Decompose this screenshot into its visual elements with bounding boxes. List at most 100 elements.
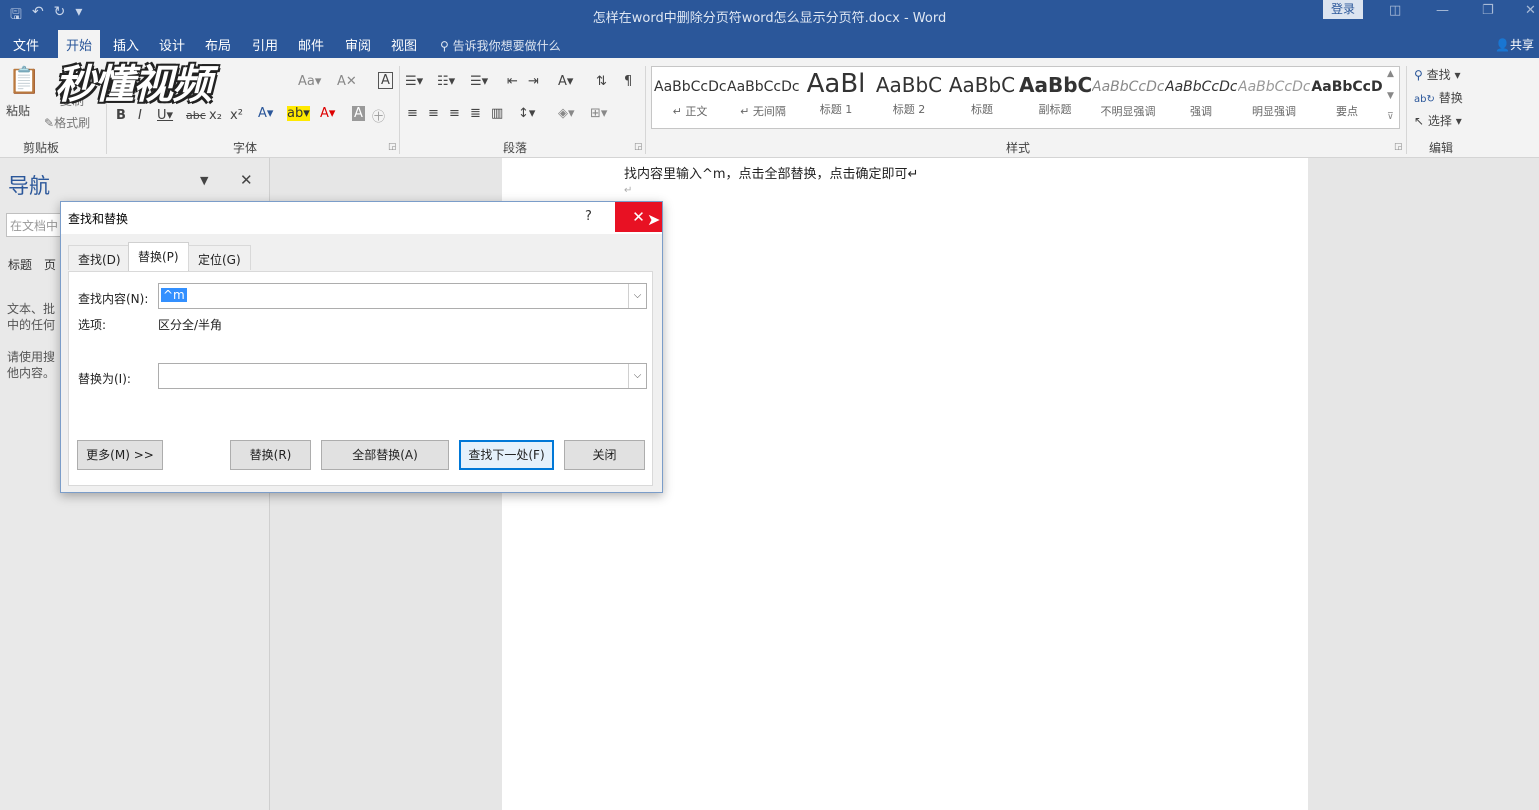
replace-all-button[interactable]: 全部替换(A): [321, 440, 449, 470]
find-what-input[interactable]: ^m ⌵: [158, 283, 647, 309]
chinese-layout-icon[interactable]: A▾: [558, 74, 573, 89]
align-left-icon[interactable]: ≡: [407, 106, 418, 121]
style-name: 明显强调: [1252, 105, 1296, 118]
paragraph-launcher-icon[interactable]: ◲: [634, 142, 643, 152]
clear-format-icon[interactable]: A✕: [337, 74, 357, 89]
nav-tabs[interactable]: 标题 页: [8, 256, 56, 273]
shading-icon[interactable]: ◈▾: [558, 106, 575, 121]
minimize-icon[interactable]: —: [1436, 3, 1449, 18]
tab-view[interactable]: 视图: [391, 35, 417, 54]
paragraph-group-label: 段落: [503, 141, 528, 155]
find-button[interactable]: ⚲ 查找 ▾: [1414, 66, 1460, 83]
decrease-indent-icon[interactable]: ⇤: [507, 74, 518, 89]
login-button[interactable]: 登录: [1323, 0, 1363, 19]
italic-icon[interactable]: I: [138, 108, 142, 123]
nav-search-input[interactable]: 在文档中: [6, 213, 66, 237]
replace-with-input[interactable]: ⌵: [158, 363, 647, 389]
paste-button[interactable]: 粘贴: [6, 102, 30, 119]
tell-me-text: 告诉我你想要做什么: [452, 39, 561, 53]
align-center-icon[interactable]: ≡: [428, 106, 439, 121]
styles-scroll-down-icon[interactable]: ▼: [1387, 91, 1394, 101]
tab-goto[interactable]: 定位(G): [188, 245, 251, 270]
more-button[interactable]: 更多(M) >>: [77, 440, 163, 470]
underline-icon[interactable]: U▾: [157, 108, 173, 123]
style-name: 不明显强调: [1100, 105, 1156, 118]
strikethrough-icon[interactable]: abc: [186, 109, 206, 122]
ribbon-display-icon[interactable]: ◫: [1389, 3, 1401, 18]
align-right-icon[interactable]: ≡: [449, 106, 460, 121]
style-name: 标题: [971, 103, 993, 116]
style-preview: AaBbCcD: [1311, 79, 1383, 95]
nav-close-icon[interactable]: ✕: [240, 171, 253, 189]
style-heading-2[interactable]: AaBbC 标题 2: [873, 67, 945, 129]
share-button[interactable]: 👤共享: [1495, 36, 1534, 53]
chevron-down-icon[interactable]: ⌵: [628, 364, 646, 388]
style-strong[interactable]: AaBbCcD 要点: [1311, 67, 1383, 129]
replace-label: 替换: [1438, 91, 1463, 105]
font-launcher-icon[interactable]: ◲: [388, 142, 397, 152]
paragraph-mark: ↵: [624, 185, 633, 196]
styles-scroll-up-icon[interactable]: ▲: [1387, 69, 1394, 79]
bold-icon[interactable]: B: [116, 108, 126, 123]
style-subtle-emphasis[interactable]: AaBbCcDc 不明显强调: [1092, 67, 1164, 129]
tab-file[interactable]: 文件: [13, 35, 39, 54]
window-close-icon[interactable]: ✕: [1525, 3, 1536, 18]
line-spacing-icon[interactable]: ↕▾: [518, 106, 535, 121]
help-icon[interactable]: ?: [585, 209, 592, 224]
tab-find[interactable]: 查找(D): [68, 245, 131, 270]
style-name: ↵ 正文: [672, 105, 708, 118]
format-painter-button[interactable]: ✎格式刷: [44, 114, 90, 131]
superscript-icon[interactable]: x²: [230, 108, 243, 123]
font-color-icon[interactable]: A▾: [320, 106, 335, 121]
paste-icon[interactable]: 📋: [8, 66, 40, 96]
styles-more-icon[interactable]: ⊽: [1387, 112, 1394, 122]
format-painter-label: 格式刷: [54, 116, 91, 130]
find-next-button[interactable]: 查找下一处(F): [459, 440, 554, 470]
find-what-value: ^m: [161, 288, 187, 302]
replace-button[interactable]: 替换(R): [230, 440, 311, 470]
chevron-down-icon[interactable]: ⌵: [628, 284, 646, 308]
distributed-icon[interactable]: ▥: [491, 106, 503, 121]
find-icon: ⚲: [1414, 68, 1423, 82]
style-subtitle[interactable]: AaBbC 副标题: [1019, 67, 1091, 129]
style-preview: AaBbC: [875, 73, 943, 97]
justify-icon[interactable]: ≣: [470, 106, 481, 121]
bullets-icon[interactable]: ☰▾: [405, 74, 423, 89]
styles-group-label: 样式: [1006, 141, 1031, 155]
watermark-logo: 秒懂视频: [55, 62, 212, 108]
text-effects-icon[interactable]: A▾: [258, 106, 273, 121]
style-heading-1[interactable]: AaBl 标题 1: [800, 67, 872, 129]
find-label: 查找: [1426, 68, 1451, 82]
style-intense-emphasis[interactable]: AaBbCcDc 明显强调: [1238, 67, 1310, 129]
replace-button[interactable]: ab↻ 替换: [1414, 89, 1463, 106]
restore-icon[interactable]: ❐: [1482, 3, 1494, 18]
style-title[interactable]: AaBbC 标题: [946, 67, 1018, 129]
replace-with-label: 替换为(I):: [78, 372, 131, 386]
highlight-icon[interactable]: ab▾: [287, 106, 310, 121]
close-button[interactable]: 关闭: [564, 440, 645, 470]
style-emphasis[interactable]: AaBbCcDc 强调: [1165, 67, 1237, 129]
tell-me-box[interactable]: ⚲ 告诉我你想要做什么: [440, 37, 561, 54]
sort-icon[interactable]: ⇅: [596, 74, 607, 89]
multilevel-list-icon[interactable]: ☰▾: [470, 74, 488, 89]
tab-replace[interactable]: 替换(P): [128, 242, 189, 272]
font-size-icon[interactable]: Aa▾: [298, 74, 321, 89]
style-no-spacing[interactable]: AaBbCcDc ↵ 无间隔: [727, 67, 799, 129]
style-normal[interactable]: AaBbCcDc ↵ 正文: [654, 67, 726, 129]
dialog-titlebar: 查找和替换 ? ✕: [61, 202, 662, 234]
tab-review[interactable]: 审阅: [345, 35, 371, 54]
tab-references[interactable]: 引用: [252, 35, 278, 54]
styles-launcher-icon[interactable]: ◲: [1394, 142, 1403, 152]
select-button[interactable]: ↖ 选择 ▾: [1414, 112, 1462, 129]
subscript-icon[interactable]: x₂: [209, 108, 222, 123]
borders-icon[interactable]: ⊞▾: [590, 106, 607, 121]
nav-options-icon[interactable]: ▼: [200, 174, 208, 187]
show-marks-icon[interactable]: ¶: [624, 74, 632, 89]
style-preview: AaBbCcDc: [1238, 79, 1310, 95]
tab-mailings[interactable]: 邮件: [298, 35, 324, 54]
text-border-icon[interactable]: A: [378, 72, 393, 89]
enclose-char-icon[interactable]: ㊉: [372, 106, 385, 125]
increase-indent-icon[interactable]: ⇥: [528, 74, 539, 89]
char-shading-icon[interactable]: A: [352, 106, 365, 121]
numbering-icon[interactable]: ☷▾: [437, 74, 455, 89]
